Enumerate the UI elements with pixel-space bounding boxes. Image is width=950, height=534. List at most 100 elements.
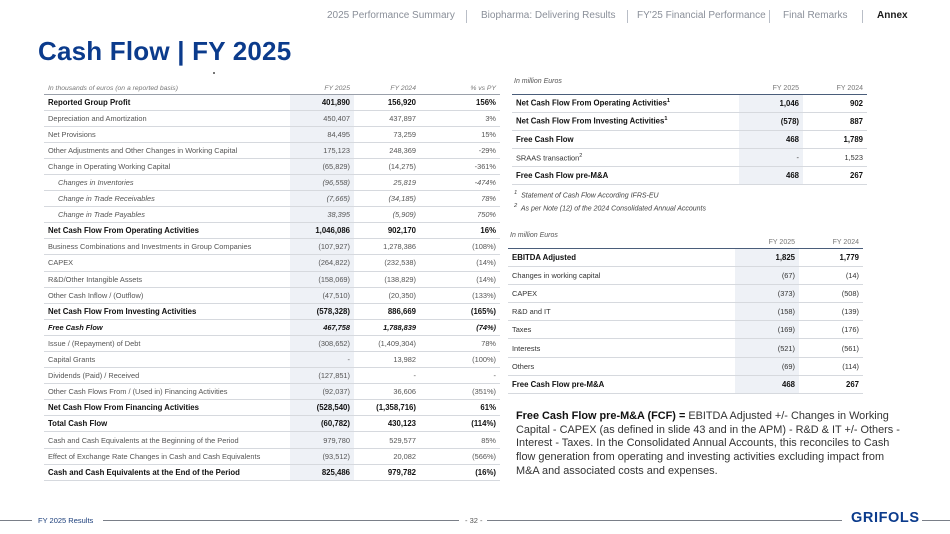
table-row: R&D and IT (158) (139) — [508, 302, 863, 322]
value-fy2025: 468 — [735, 375, 799, 395]
footer-divider — [103, 520, 459, 521]
nav-separator — [466, 10, 467, 23]
value-fy2024: (508) — [799, 284, 863, 304]
table-row: Depreciation and Amortization 450,407 437,… — [44, 110, 500, 127]
value-pct-change: (100%) — [420, 351, 500, 369]
row-label: EBITDA Adjusted — [508, 248, 735, 267]
value-pct-change: (16%) — [420, 464, 500, 481]
value-fy2025: (92,037) — [290, 383, 354, 401]
footer-divider — [0, 520, 32, 521]
value-pct-change: 61% — [420, 399, 500, 417]
value-pct-change: (165%) — [420, 303, 500, 320]
value-fy2025: 1,825 — [735, 248, 799, 267]
table-row: Changes in Inventories (96,558) 25,819 -474… — [44, 174, 500, 192]
value-fy2024: 156,920 — [354, 94, 420, 111]
footnote-mark: 2 — [579, 152, 583, 159]
row-label: Net Cash Flow From Investing Activities — [44, 303, 290, 320]
table-header-blank — [512, 84, 739, 95]
table-row: Net Cash Flow From Investing Activities (… — [44, 303, 500, 320]
value-fy2024: 20,082 — [354, 448, 420, 465]
row-label: CAPEX — [508, 284, 735, 304]
value-fy2024: 25,819 — [354, 174, 420, 192]
value-pct-change: (566%) — [420, 448, 500, 465]
table-caption: In million Euros — [510, 232, 558, 239]
ebitda-table-block: In million Euros FY 2025 FY 2024 EBITDA … — [508, 232, 863, 395]
table-header-pct: % vs PY — [420, 84, 500, 95]
value-pct-change: (14%) — [420, 271, 500, 288]
row-label: Changes in working capital — [508, 266, 735, 285]
value-fy2025: (60,782) — [290, 415, 354, 433]
value-fy2025: (169) — [735, 320, 799, 340]
value-pct-change: 78% — [420, 335, 500, 353]
row-label: Free Cash Flow pre-M&A — [512, 166, 739, 186]
row-label: Free Cash Flow — [44, 319, 290, 336]
value-fy2024: 267 — [799, 375, 863, 395]
nav-item-performance-summary[interactable]: 2025 Performance Summary — [327, 10, 455, 21]
grifols-logo: GRIFOLS — [851, 510, 920, 526]
row-label: Net Cash Flow From Operating Activities1 — [512, 94, 739, 113]
row-label: Cash and Cash Equivalents at the End of … — [44, 464, 290, 481]
nav-item-financial-performance[interactable]: FY'25 Financial Performance — [637, 10, 766, 21]
ebitda-reconciliation-table: FY 2025 FY 2024 EBITDA Adjusted 1,825 1,77… — [508, 238, 863, 395]
value-fy2024: (14,275) — [354, 158, 420, 175]
value-fy2025: 467,758 — [290, 319, 354, 336]
row-label: Other Cash Inflow / (Outflow) — [44, 287, 290, 304]
value-fy2024: 979,782 — [354, 464, 420, 481]
nav-item-annex[interactable]: Annex — [877, 10, 908, 21]
value-fy2025: - — [739, 148, 803, 168]
cash-flow-table: In thousands of euros (on a reported bas… — [44, 84, 500, 481]
table-header-fy2024: FY 2024 — [799, 238, 863, 249]
table-row: EBITDA Adjusted 1,825 1,779 — [508, 248, 863, 267]
table-row: Other Cash Inflow / (Outflow) (47,510) (20… — [44, 287, 500, 304]
table-header-fy2025: FY 2025 — [739, 84, 803, 95]
table-row: Net Provisions 84,495 73,259 15% — [44, 126, 500, 143]
value-fy2025: (521) — [735, 338, 799, 358]
value-fy2025: 84,495 — [290, 126, 354, 143]
nav-item-final-remarks[interactable]: Final Remarks — [783, 10, 847, 21]
value-fy2024: 1,789 — [803, 130, 867, 150]
value-fy2025: 450,407 — [290, 110, 354, 127]
table-row: R&D/Other Intangible Assets (158,069) (138… — [44, 271, 500, 288]
table-row: Change in Trade Receivables (7,665) (34,18… — [44, 190, 500, 208]
cash-flow-table-body: Reported Group Profit 401,890 156,920 156% D… — [44, 94, 500, 481]
value-fy2024: 430,123 — [354, 415, 420, 433]
table-header-fy2024: FY 2024 — [803, 84, 867, 95]
page-title: Cash Flow | FY 2025 — [38, 36, 292, 66]
table-row: Total Cash Flow (60,782) 430,123 (114%) — [44, 415, 500, 433]
value-pct-change: -474% — [420, 174, 500, 192]
footer-divider — [922, 520, 950, 521]
value-fy2024: (232,538) — [354, 254, 420, 272]
top-navigation: 2025 Performance Summary Biopharma: Deli… — [0, 10, 950, 24]
nav-item-biopharma[interactable]: Biopharma: Delivering Results — [481, 10, 616, 21]
footnote-mark: 1 — [514, 190, 518, 196]
value-pct-change: - — [420, 367, 500, 385]
row-label: Free Cash Flow — [512, 130, 739, 150]
free-cash-flow-table-body: Net Cash Flow From Operating Activities1… — [512, 94, 867, 186]
value-fy2025: (158,069) — [290, 271, 354, 288]
value-fy2024: (1,358,716) — [354, 399, 420, 417]
value-pct-change: 750% — [420, 206, 500, 224]
row-label: Free Cash Flow pre-M&A — [508, 375, 735, 395]
value-fy2024: 529,577 — [354, 431, 420, 449]
footnote-text: Statement of Cash Flow According IFRS-EU — [521, 192, 659, 200]
table-row: Dividends (Paid) / Received (127,851) - - — [44, 367, 500, 385]
row-label-text: Net Cash Flow From Investing Activities — [516, 117, 665, 127]
value-fy2025: (308,652) — [290, 335, 354, 353]
table-row: Net Cash Flow From Financing Activities(… — [44, 399, 500, 417]
row-label: R&D/Other Intangible Assets — [44, 271, 290, 288]
value-fy2025: 825,486 — [290, 464, 354, 481]
value-fy2024: (139) — [799, 302, 863, 322]
footnote-mark: 1 — [666, 98, 670, 105]
fcf-definition-term: Free Cash Flow pre-M&A (FCF) = — [516, 410, 686, 422]
row-label: Total Cash Flow — [44, 415, 290, 433]
table-row: Other Cash Flows From / (Used in) Financ… — [44, 383, 500, 401]
value-fy2025: 38,395 — [290, 206, 354, 224]
value-fy2025: 1,046 — [739, 94, 803, 113]
footer-divider — [487, 520, 842, 521]
table-row: Net Cash Flow From Operating Activities1… — [44, 222, 500, 240]
value-fy2024: (114) — [799, 357, 863, 376]
table-row: Cash and Cash Equivalents at the Beginni… — [44, 431, 500, 449]
value-pct-change: (74%) — [420, 319, 500, 336]
value-fy2025: (373) — [735, 284, 799, 304]
table-row: Issue / (Repayment) of Debt (308,652) (1,4… — [44, 335, 500, 353]
